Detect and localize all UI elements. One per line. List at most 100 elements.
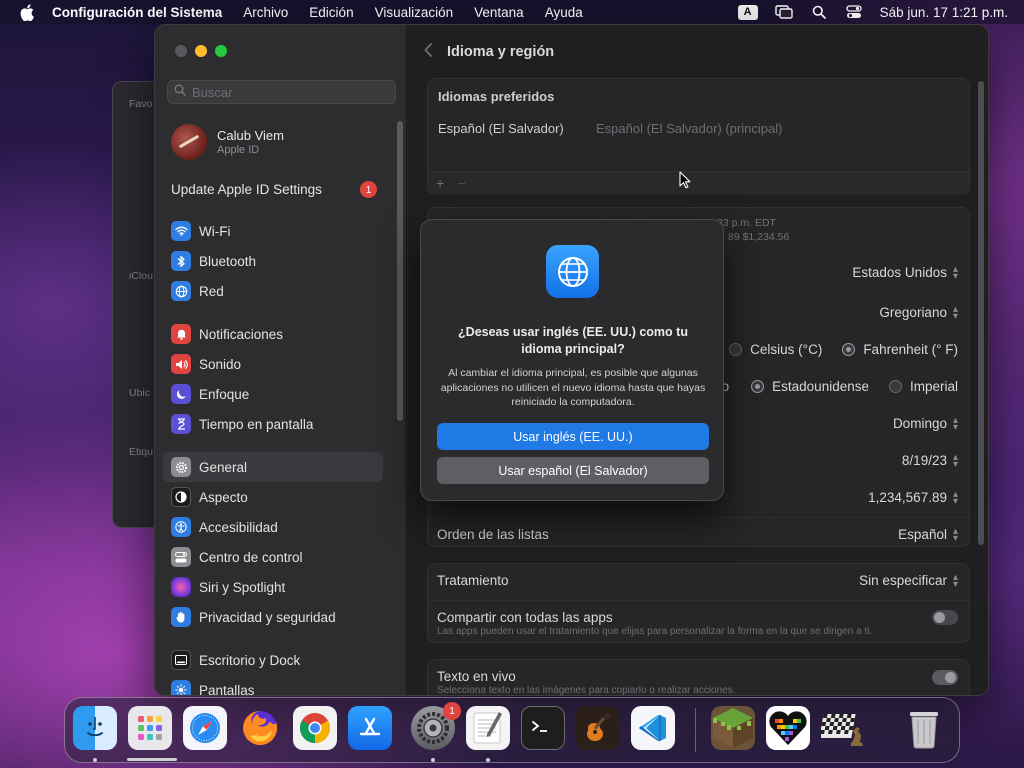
add-language-button[interactable]: + — [436, 175, 444, 191]
terminal-icon[interactable] — [521, 706, 565, 750]
measurement-imperial-label: Imperial — [909, 379, 958, 394]
chrome-icon[interactable] — [293, 706, 337, 750]
running-indicator — [93, 758, 97, 762]
apple-menu-icon[interactable] — [18, 3, 36, 21]
sidebar-item-siri-y-spotlight[interactable]: Siri y Spotlight — [163, 572, 383, 602]
sidebar-item-accesibilidad[interactable]: Accesibilidad — [163, 512, 383, 542]
menu-ayuda[interactable]: Ayuda — [545, 5, 583, 20]
update-apple-id-row[interactable]: Update Apple ID Settings 1 — [171, 181, 377, 198]
sidebar-item-enfoque[interactable]: Enfoque — [163, 379, 383, 409]
sidebar-item-label: Escritorio y Dock — [199, 652, 301, 668]
menu-ventana[interactable]: Ventana — [474, 5, 524, 20]
list-order-select[interactable]: Español ▴ ▾ — [898, 525, 958, 544]
number-format-select[interactable]: 1,234,567.89 ▴ ▾ — [868, 489, 958, 506]
stepper-icon: ▴ ▾ — [952, 263, 958, 282]
profile-subtitle: Apple ID — [217, 144, 260, 156]
region-select[interactable]: Estados Unidos ▴ ▾ — [852, 263, 958, 282]
sidebar-item-notificaciones[interactable]: Notificaciones — [163, 319, 383, 349]
use-english-button[interactable]: Usar inglés (EE. UU.) — [437, 423, 709, 450]
live-text-toggle[interactable] — [932, 670, 958, 685]
sidebar-item-aspecto[interactable]: Aspecto — [163, 482, 383, 512]
avatar — [171, 124, 207, 160]
minecraft-icon[interactable] — [711, 706, 755, 750]
screen-mirroring-icon[interactable] — [774, 4, 793, 20]
bell-icon — [171, 324, 191, 344]
radio-fahrenheit[interactable] — [842, 343, 856, 356]
sidebar-item-bluetooth[interactable]: Bluetooth — [163, 246, 383, 276]
menu-edicion[interactable]: Edición — [309, 5, 353, 20]
sidebar-item-red[interactable]: Red — [163, 276, 383, 306]
dialog-message: Al cambiar el idioma principal, es posib… — [440, 367, 706, 408]
chess-icon[interactable] — [821, 706, 865, 750]
first-day-select[interactable]: Domingo ▴ ▾ — [893, 415, 958, 432]
sidebar-scrollbar[interactable] — [397, 121, 403, 421]
control-center-icon[interactable] — [845, 4, 863, 20]
treatment-select[interactable]: Sin especificar ▴ ▾ — [859, 572, 958, 589]
apple-id-profile[interactable]: Calub Viem Apple ID — [171, 124, 284, 160]
format-preview-number: 89 $1,234.56 — [728, 231, 790, 243]
spotlight-search-icon[interactable] — [810, 4, 828, 20]
safari-icon[interactable] — [183, 706, 227, 750]
sidebar-search[interactable] — [167, 80, 396, 104]
garageband-icon[interactable] — [576, 706, 620, 750]
sidebar-item-label: Notificaciones — [199, 326, 284, 342]
content-scrollbar[interactable] — [978, 81, 984, 545]
calendar-select[interactable]: Gregoriano ▴ ▾ — [879, 304, 958, 321]
minimize-window-button[interactable] — [195, 45, 207, 57]
use-spanish-button[interactable]: Usar español (El Salvador) — [437, 457, 709, 484]
finder-icon[interactable] — [73, 706, 117, 750]
remove-language-button[interactable]: − — [458, 175, 466, 191]
sidebar-item-label: Wi-Fi — [199, 223, 231, 239]
language-list-item[interactable]: Español (El Salvador) — [438, 121, 564, 136]
dock: 1 — [64, 697, 960, 763]
launchpad-running-line — [127, 758, 177, 761]
pixel-heart-icon[interactable] — [766, 706, 810, 750]
back-chevron-icon[interactable] — [424, 41, 433, 62]
sidebar-item-label: Privacidad y seguridad — [199, 609, 336, 625]
sidebar-item-general[interactable]: General — [163, 452, 383, 482]
share-all-apps-toggle[interactable] — [932, 610, 958, 625]
trash-icon[interactable] — [902, 706, 946, 750]
finder-sidebar-label: Etiqu — [129, 446, 153, 458]
launchpad-icon[interactable] — [128, 706, 172, 750]
dock-separator — [695, 708, 696, 752]
zoom-window-button[interactable] — [215, 45, 227, 57]
firefox-icon[interactable] — [238, 706, 282, 750]
app-store-icon[interactable] — [348, 706, 392, 750]
radio-us[interactable] — [751, 380, 765, 393]
sidebar-item-privacidad-y-seguridad[interactable]: Privacidad y seguridad — [163, 602, 383, 632]
textedit-icon[interactable] — [466, 706, 510, 750]
menu-app-name[interactable]: Configuración del Sistema — [52, 5, 222, 20]
vscode-icon[interactable] — [631, 706, 675, 750]
input-source-indicator[interactable]: A — [737, 4, 758, 20]
menu-archivo[interactable]: Archivo — [243, 5, 288, 20]
sidebar-item-label: Centro de control — [199, 549, 303, 565]
system-settings-icon[interactable]: 1 — [411, 702, 461, 750]
menu-clock[interactable]: Sáb jun. 17 1:21 p.m. — [880, 5, 1008, 20]
search-icon — [174, 83, 186, 101]
close-window-button[interactable] — [175, 45, 187, 57]
date-format-select[interactable]: 8/19/23 ▴ ▾ — [902, 452, 958, 469]
list-order-value: Español — [898, 527, 947, 542]
language-detail: Español (El Salvador) (principal) — [596, 121, 783, 136]
sidebar-item-escritorio-y-dock[interactable]: Escritorio y Dock — [163, 645, 383, 675]
bluetooth-icon — [171, 251, 191, 271]
language-globe-icon — [546, 245, 599, 298]
radio-celsius[interactable] — [729, 343, 743, 356]
sidebar-item-centro-de-control[interactable]: Centro de control — [163, 542, 383, 572]
sidebar-item-wifi[interactable]: Wi-Fi — [163, 216, 383, 246]
change-language-dialog: ¿Deseas usar inglés (EE. UU.) como tu id… — [420, 219, 724, 501]
temperature-celsius-label: Celsius (°C) — [750, 342, 823, 357]
dock-icon — [171, 650, 191, 670]
menu-visualizacion[interactable]: Visualización — [375, 5, 454, 20]
update-badge: 1 — [360, 181, 377, 198]
sidebar-group-network: Wi-Fi Bluetooth Red — [163, 216, 383, 306]
sidebar-item-tiempo-en-pantalla[interactable]: Tiempo en pantalla — [163, 409, 383, 439]
search-input[interactable] — [192, 84, 382, 100]
stepper-icon: ▴ ▾ — [952, 525, 958, 544]
sidebar-item-pantallas[interactable]: Pantallas — [163, 675, 383, 695]
sidebar-item-sonido[interactable]: Sonido — [163, 349, 383, 379]
language-list-toolbar: + − — [428, 171, 969, 195]
radio-imperial[interactable] — [888, 380, 902, 393]
sidebar-group-desktop: Escritorio y Dock Pantallas — [163, 645, 383, 695]
